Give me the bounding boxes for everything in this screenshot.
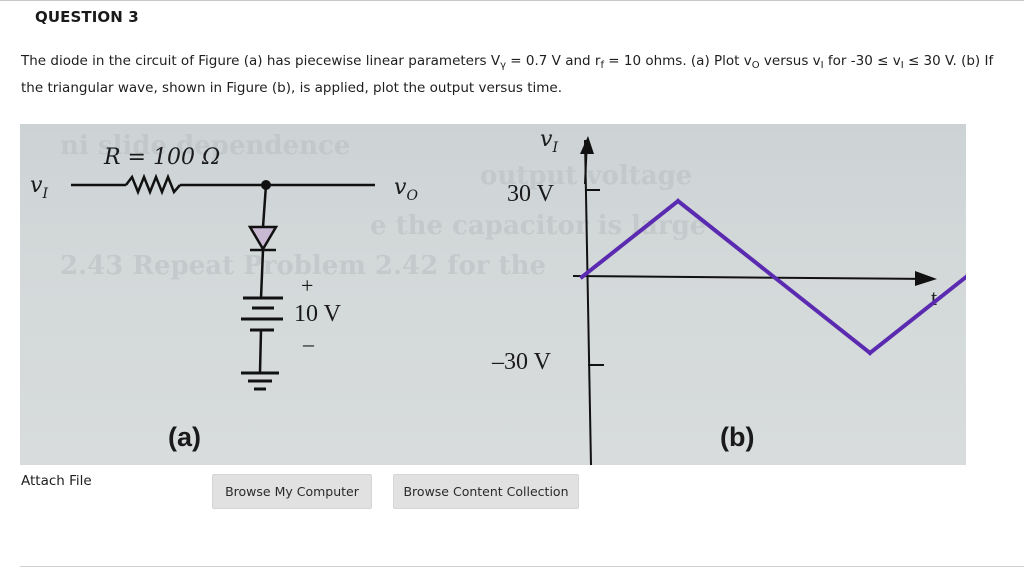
circuit-diagram: vI R = 100 Ω vO + 10 V – (a) (30, 145, 418, 452)
top-divider (0, 0, 1024, 1)
attach-file-label: Attach File (21, 473, 92, 489)
bottom-divider (20, 566, 1024, 567)
bleed-through-text: e the capacitor is large (370, 211, 706, 241)
tick-label-30v: 30 V (507, 181, 555, 207)
figure-a-label: (a) (168, 422, 201, 452)
browse-my-computer-button[interactable]: Browse My Computer (212, 474, 372, 509)
x-axis (572, 275, 933, 280)
text-segment: for -30 ≤ v (823, 53, 901, 69)
text-segment: = 0.7 V and r (506, 53, 601, 69)
y-axis-arrow-icon (580, 136, 594, 154)
diode-wire-top (261, 184, 268, 228)
figure-b-label: (b) (720, 422, 754, 452)
battery-voltage-label: 10 V (294, 301, 342, 327)
text-segment: versus v (759, 53, 821, 69)
resistor-symbol (125, 173, 181, 196)
diode-symbol (247, 225, 279, 252)
question-title: QUESTION 3 (35, 8, 139, 26)
input-voltage-label: vI (30, 173, 48, 202)
text-segment: = 10 ohms. (a) Plot v (603, 53, 752, 69)
text-segment: The diode in the circuit of Figure (a) h… (21, 53, 501, 69)
tick-label-neg30v: –30 V (491, 349, 552, 375)
ground-wire (258, 329, 263, 373)
battery-minus-sign: – (302, 331, 315, 356)
browse-content-collection-button[interactable]: Browse Content Collection (393, 474, 579, 509)
y-axis-label: vI (540, 127, 558, 156)
output-voltage-label: vO (394, 175, 418, 204)
question-figure-image: ni slide dependence e the capacitor is l… (20, 124, 966, 465)
battery-plus-sign: + (301, 273, 313, 298)
x-axis-arrow-icon (915, 271, 937, 286)
figure-drawing: ni slide dependence e the capacitor is l… (30, 127, 966, 465)
question-text: The diode in the circuit of Figure (a) h… (21, 48, 1011, 102)
subscript: O (751, 60, 760, 71)
resistor-label: R = 100 Ω (103, 145, 220, 170)
